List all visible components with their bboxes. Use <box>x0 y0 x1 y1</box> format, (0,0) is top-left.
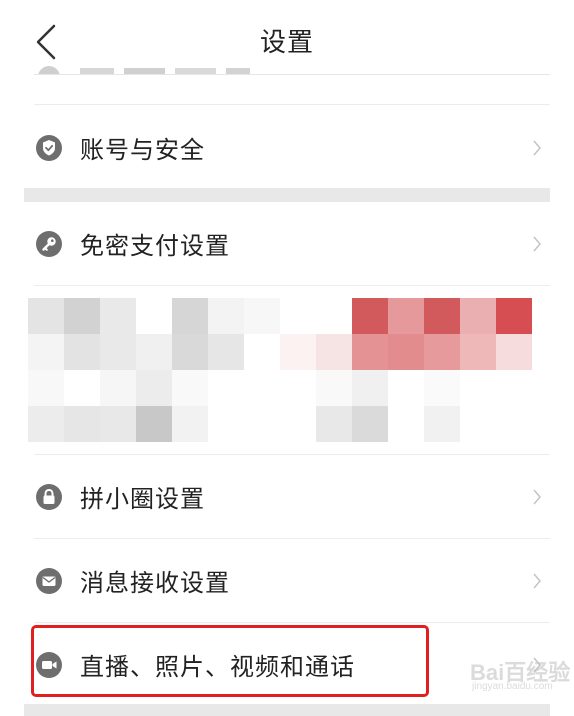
row-divider <box>34 285 550 286</box>
section-separator <box>24 188 550 202</box>
chevron-right-icon <box>533 573 541 589</box>
highlight-box <box>31 625 429 697</box>
chevron-right-icon <box>533 140 541 156</box>
chevron-right-icon <box>533 489 541 505</box>
settings-row-pinxiaoquan[interactable]: 拼小圈设置 <box>24 455 550 539</box>
chevron-right-icon <box>533 236 541 252</box>
section-separator <box>24 704 550 716</box>
shield-check-icon <box>36 135 62 161</box>
settings-row-label: 账号与安全 <box>80 136 205 164</box>
header-divider <box>34 74 550 75</box>
scrolled-row-remnant <box>34 58 254 74</box>
pixelated-label <box>80 68 250 74</box>
key-icon <box>36 231 62 257</box>
settings-row-account-security[interactable]: 账号与安全 <box>24 106 550 190</box>
pixelated-censored-area <box>24 296 550 454</box>
page-title: 设置 <box>259 28 314 58</box>
settings-row-password-free-payment[interactable]: 免密支付设置 <box>24 202 550 286</box>
watermark-url: jingyan.baidu.com <box>472 681 553 692</box>
mail-icon <box>36 568 62 594</box>
settings-row-label: 免密支付设置 <box>80 232 230 260</box>
lock-icon <box>36 484 62 510</box>
settings-row-message-receive[interactable]: 消息接收设置 <box>24 539 550 623</box>
settings-row-label: 拼小圈设置 <box>80 485 205 513</box>
row-divider <box>34 104 550 105</box>
baidu-jingyan-watermark: Bai百经验 jingyan.baidu.com <box>470 655 570 695</box>
pixelated-icon <box>38 66 60 74</box>
settings-row-label: 消息接收设置 <box>80 569 230 597</box>
